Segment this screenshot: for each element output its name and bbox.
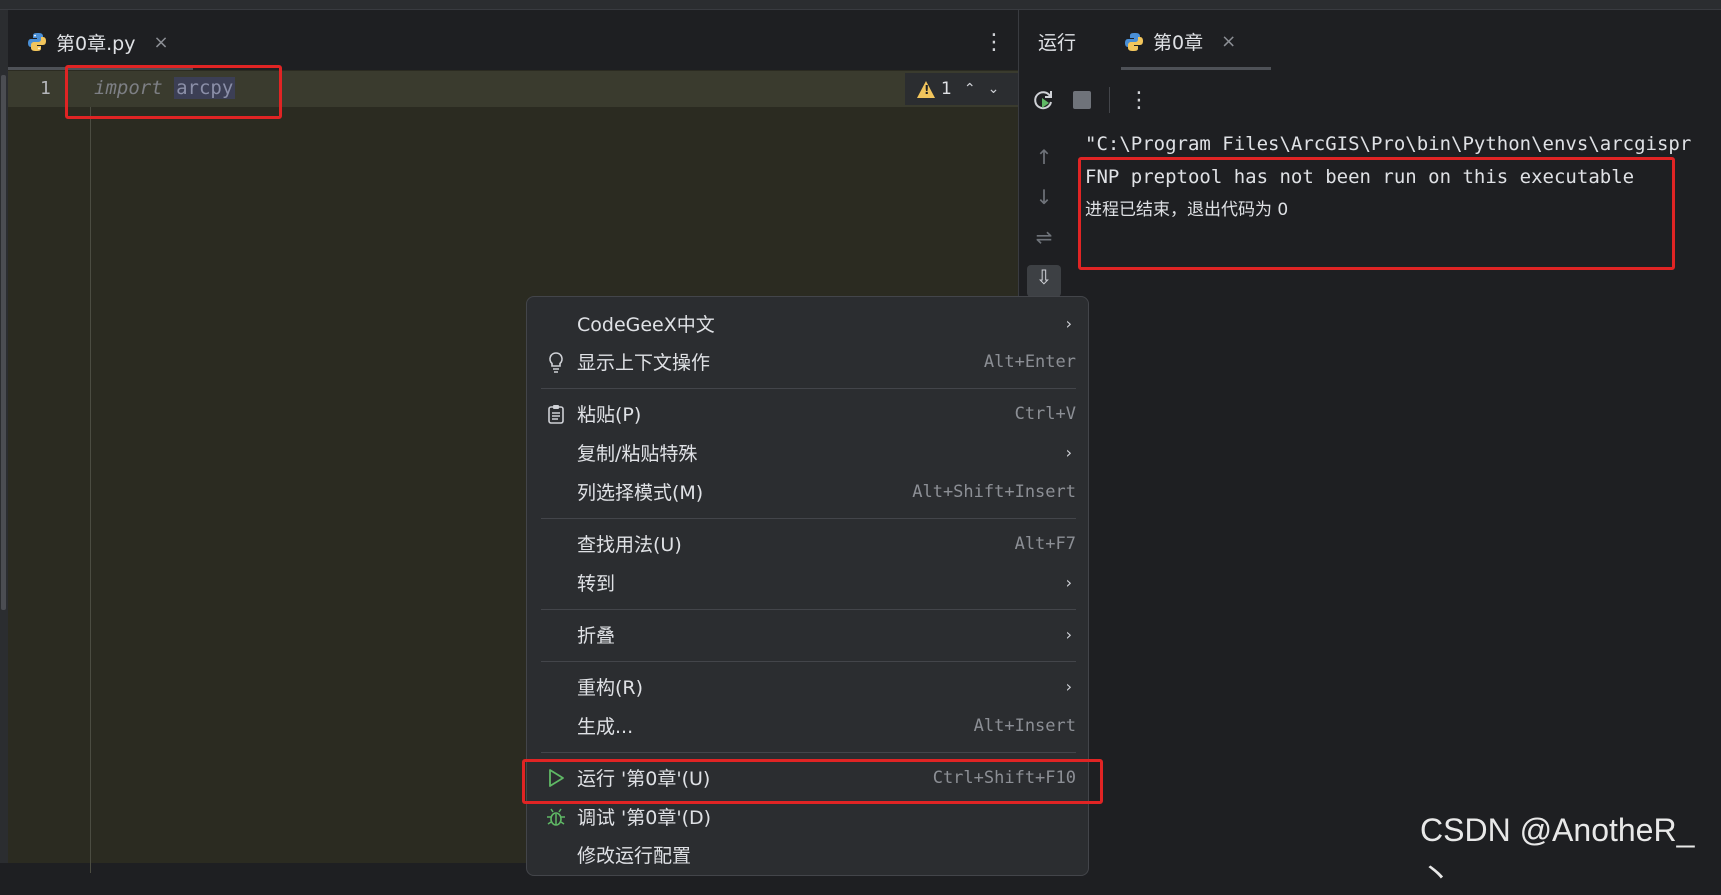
menu-item-label: 修改运行配置 xyxy=(577,845,692,867)
menu-separator xyxy=(541,661,1076,662)
menu-item-show-context-actions[interactable]: 显示上下文操作 Alt+Enter xyxy=(527,342,1090,381)
chevron-down-icon[interactable]: ⌄ xyxy=(988,81,1000,97)
menu-item-goto[interactable]: 转到 › xyxy=(527,563,1090,602)
run-panel-title[interactable]: 运行 xyxy=(1038,28,1076,55)
lightbulb-icon xyxy=(545,351,567,373)
more-options-icon[interactable]: ⋮ xyxy=(1128,88,1150,113)
chevron-up-icon[interactable]: ⌃ xyxy=(964,81,976,97)
chevron-right-icon: › xyxy=(1065,625,1072,644)
python-file-icon xyxy=(1125,32,1143,51)
python-file-icon xyxy=(28,33,46,51)
menu-item-shortcut: Alt+Insert xyxy=(973,715,1076,736)
scrollbar-thumb[interactable] xyxy=(1,75,6,610)
line-number: 1 xyxy=(40,78,51,99)
warning-icon xyxy=(917,80,935,98)
menu-item-codegeex[interactable]: CodeGeeX中文 › xyxy=(527,304,1090,343)
clipboard-icon xyxy=(545,403,567,425)
highlight-box-run xyxy=(522,759,1103,804)
menu-item-label: 显示上下文操作 xyxy=(577,352,711,374)
run-panel: 运行 第0章 × ⋮ ↑ ↓ ⇌ ⇩ "C:\Program Files\Arc… xyxy=(1018,10,1721,863)
menu-item-generate[interactable]: 生成... Alt+Insert xyxy=(527,706,1090,745)
more-options-icon[interactable]: ⋮ xyxy=(983,30,1005,55)
arrow-down-icon[interactable]: ↓ xyxy=(1027,185,1061,217)
inspection-widget[interactable]: 1 ⌃ ⌄ xyxy=(905,73,1018,105)
run-tab-label: 第0章 xyxy=(1153,32,1204,54)
bug-icon xyxy=(545,806,567,828)
menu-item-label: 调试 '第0章'(D) xyxy=(577,807,712,829)
warning-count: 1 xyxy=(941,79,952,99)
close-icon[interactable]: × xyxy=(153,32,168,53)
menu-item-modify-run-config[interactable]: 修改运行配置 xyxy=(527,835,1090,874)
menu-item-label: 复制/粘贴特殊 xyxy=(577,443,698,465)
menu-item-label: 查找用法(U) xyxy=(577,534,682,556)
menu-item-label: 粘贴(P) xyxy=(577,404,642,426)
menu-item-shortcut: Alt+Enter xyxy=(983,351,1076,372)
editor-tab-bar: 第0章.py × ⋮ xyxy=(8,10,1018,70)
menu-item-label: 重构(R) xyxy=(577,677,644,699)
tab-file-chapter0[interactable]: 第0章.py × xyxy=(26,28,169,56)
menu-item-shortcut: Ctrl+V xyxy=(1014,403,1076,424)
rerun-icon[interactable] xyxy=(1031,88,1055,112)
chevron-right-icon: › xyxy=(1065,314,1072,333)
menu-item-refactor[interactable]: 重构(R) › xyxy=(527,667,1090,706)
menu-item-label: 折叠 xyxy=(577,625,616,647)
menu-item-label: 转到 xyxy=(577,573,616,595)
menu-item-copy-paste-special[interactable]: 复制/粘贴特殊 › xyxy=(527,433,1090,472)
scroll-to-end-icon[interactable]: ⇩ xyxy=(1027,265,1061,297)
arrow-up-icon[interactable]: ↑ xyxy=(1027,145,1061,177)
menu-separator xyxy=(541,752,1076,753)
close-icon[interactable]: × xyxy=(1221,31,1236,52)
menu-item-label: 生成... xyxy=(577,716,634,738)
menu-item-shortcut: Alt+F7 xyxy=(1014,533,1076,554)
menu-item-label: 列选择模式(M) xyxy=(577,482,704,504)
soft-wrap-icon[interactable]: ⇌ xyxy=(1027,225,1061,257)
title-bar xyxy=(0,0,1721,10)
indent-guide xyxy=(90,107,91,873)
menu-item-paste[interactable]: 粘贴(P) Ctrl+V xyxy=(527,394,1090,433)
run-toolbar: ⋮ xyxy=(1019,80,1721,120)
tab-file-label: 第0章.py xyxy=(56,32,136,55)
chevron-right-icon: › xyxy=(1065,573,1072,592)
menu-separator xyxy=(541,388,1076,389)
menu-item-column-selection[interactable]: 列选择模式(M) Alt+Shift+Insert xyxy=(527,472,1090,511)
chevron-right-icon: › xyxy=(1065,677,1072,696)
highlight-box-import xyxy=(65,65,282,119)
menu-separator xyxy=(541,518,1076,519)
watermark: CSDN @AnotheR_丶 xyxy=(1420,812,1695,892)
menu-separator xyxy=(541,609,1076,610)
chevron-right-icon: › xyxy=(1065,443,1072,462)
menu-item-folding[interactable]: 折叠 › xyxy=(527,615,1090,654)
toolbar-separator xyxy=(1109,87,1110,113)
menu-item-find-usages[interactable]: 查找用法(U) Alt+F7 xyxy=(527,524,1090,563)
active-tab-indicator xyxy=(1121,67,1271,70)
highlight-box-console xyxy=(1078,157,1675,270)
stop-icon[interactable] xyxy=(1073,91,1091,109)
tab-run-chapter0[interactable]: 第0章 × xyxy=(1123,28,1236,55)
editor-scrollbar[interactable] xyxy=(0,10,8,863)
menu-item-shortcut: Alt+Shift+Insert xyxy=(912,481,1076,502)
menu-item-label: CodeGeeX中文 xyxy=(577,314,715,336)
console-side-tools: ↑ ↓ ⇌ ⇩ xyxy=(1019,125,1071,305)
